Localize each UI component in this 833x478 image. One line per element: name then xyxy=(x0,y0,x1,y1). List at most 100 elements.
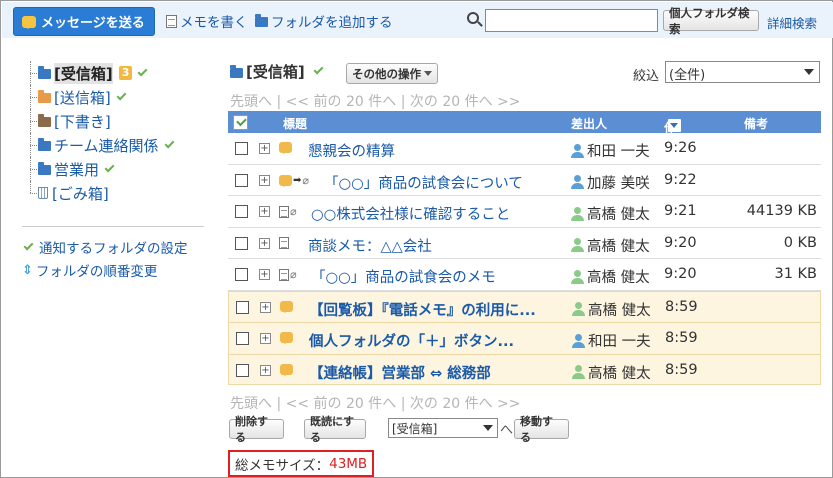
row-subject-link[interactable]: 【回覧板】『電話メモ』の利用に... xyxy=(309,299,536,320)
move-button[interactable]: 移動する xyxy=(514,415,569,444)
folder-drafts[interactable]: [下書き] xyxy=(22,109,207,133)
folder-icon xyxy=(255,14,268,27)
expand-icon[interactable]: + xyxy=(259,269,270,280)
advanced-search-link[interactable]: 詳細検索 xyxy=(767,13,817,32)
row-time: 9:20 xyxy=(664,266,697,282)
row-size: 31 KB xyxy=(774,266,817,282)
row-sender[interactable]: 和田 一夫 xyxy=(571,140,650,161)
row-sender[interactable]: 高橋 健太 xyxy=(572,362,651,383)
table-row[interactable]: + ⌀ 「○○」商品の試食会のメモ 高橋 健太 9:20 31 KB xyxy=(228,259,821,291)
folder-sales[interactable]: 営業用 xyxy=(22,157,207,181)
memo-icon xyxy=(279,236,289,249)
row-subject-link[interactable]: 【連絡帳】営業部 ⇔ 総務部 xyxy=(309,362,491,383)
write-memo-label: メモを書く xyxy=(180,15,248,31)
memo-table: 標題 差出人 作成日時 備考 +懇親会の精算和田 一夫9:26+➡⌀「○○」商品… xyxy=(228,111,821,385)
message-bubble-icon xyxy=(279,142,292,154)
folder-label: [受信箱] xyxy=(54,62,113,84)
filter-value: (全件) xyxy=(669,68,706,83)
add-folder-link[interactable]: フォルダを追加する xyxy=(255,11,393,31)
sender-name: 和田 一夫 xyxy=(588,334,651,350)
chevron-down-icon xyxy=(804,69,814,80)
filter-label: 絞込 xyxy=(633,69,660,84)
pager-next-link[interactable]: 次の 20 件へ >> xyxy=(410,94,521,110)
mark-read-button[interactable]: 既読にする xyxy=(304,415,366,444)
table-row[interactable]: + 【連絡帳】営業部 ⇔ 総務部 高橋 健太 8:59 xyxy=(228,353,821,385)
toolbar: メッセージを送る メモを書く フォルダを追加する 個人フォルダ検索 詳細検索 xyxy=(2,2,833,38)
pager-prev-link[interactable]: << 前の 20 件へ xyxy=(286,94,397,110)
folder-inbox[interactable]: [受信箱] 3 xyxy=(22,61,207,85)
expand-icon[interactable]: + xyxy=(260,333,271,344)
row-sender[interactable]: 高橋 健太 xyxy=(571,203,650,224)
column-sender[interactable]: 差出人 xyxy=(571,115,607,132)
table-row[interactable]: + 商談メモ：△△会社 高橋 健太 9:20 0 KB xyxy=(228,228,821,259)
row-icons: ⌀ xyxy=(279,205,297,218)
folder-label: [送信箱] xyxy=(54,88,111,107)
row-sender[interactable]: 高橋 健太 xyxy=(571,266,650,287)
send-message-button[interactable]: メッセージを送る xyxy=(13,7,155,36)
column-subject[interactable]: 標題 xyxy=(283,115,307,132)
row-sender[interactable]: 高橋 健太 xyxy=(571,235,650,256)
row-sender[interactable]: 高橋 健太 xyxy=(572,299,651,320)
table-row[interactable]: + ⌀ ○○株式会社様に確認すること 高橋 健太 9:21 44139 KB xyxy=(228,196,821,228)
expand-icon[interactable]: + xyxy=(259,237,270,249)
message-bubble-icon xyxy=(279,174,292,187)
row-subject-link[interactable]: 「○○」商品の試食会のメモ xyxy=(311,266,496,287)
table-row[interactable]: + 懇親会の精算 和田 一夫 9:26 xyxy=(228,133,821,165)
folder-team-contact[interactable]: チーム連絡関係 xyxy=(22,133,207,157)
write-memo-link[interactable]: メモを書く xyxy=(166,11,248,31)
row-checkbox[interactable] xyxy=(235,142,248,155)
row-subject-link[interactable]: 個人フォルダの「＋」ボタン... xyxy=(309,330,514,351)
row-checkbox[interactable] xyxy=(236,300,249,314)
row-subject-link[interactable]: 「○○」商品の試食会について xyxy=(324,172,523,193)
person-icon xyxy=(571,238,584,252)
table-row[interactable]: + ➡ ⌀ 「○○」商品の試食会について 加藤 美咲 9:22 xyxy=(228,165,821,196)
row-subject-link[interactable]: 懇親会の精算 xyxy=(308,140,395,161)
row-checkbox[interactable] xyxy=(235,205,248,218)
other-operations-button[interactable]: その他の操作 xyxy=(346,63,438,84)
sort-desc-icon[interactable] xyxy=(668,119,681,132)
row-sender[interactable]: 加藤 美咲 xyxy=(571,172,650,193)
check-icon xyxy=(164,138,175,148)
row-icons xyxy=(279,142,292,154)
expand-icon[interactable]: + xyxy=(260,301,271,313)
row-icons xyxy=(280,363,293,376)
delete-button[interactable]: 削除する xyxy=(229,415,284,444)
expand-icon[interactable]: + xyxy=(259,206,270,217)
pager-first-link[interactable]: 先頭へ xyxy=(230,94,272,110)
row-checkbox[interactable] xyxy=(235,268,248,281)
folder-icon xyxy=(230,64,243,78)
person-icon xyxy=(571,175,584,189)
notify-folder-settings-link[interactable]: 通知するフォルダの設定 xyxy=(22,237,188,257)
expand-icon[interactable]: + xyxy=(259,143,270,154)
row-checkbox[interactable] xyxy=(236,363,249,377)
add-folder-label: フォルダを追加する xyxy=(271,15,393,31)
row-checkbox[interactable] xyxy=(235,236,248,250)
chevron-down-icon xyxy=(483,425,493,436)
folder-sent[interactable]: [送信箱] xyxy=(22,85,207,109)
row-subject-link[interactable]: ○○株式会社様に確認すること xyxy=(311,203,510,224)
folder-trash[interactable]: [ごみ箱] xyxy=(22,181,207,205)
row-checkbox[interactable] xyxy=(235,173,248,187)
table-row[interactable]: + 個人フォルダの「＋」ボタン... 和田 一夫 8:59 xyxy=(228,322,821,354)
folder-icon xyxy=(38,66,51,79)
move-target-select[interactable]: [受信箱] xyxy=(388,418,498,438)
row-icons xyxy=(280,332,293,344)
row-checkbox[interactable] xyxy=(236,332,249,345)
expand-icon[interactable]: + xyxy=(260,364,271,376)
row-subject-link[interactable]: 商談メモ：△△会社 xyxy=(308,235,432,256)
folder-reorder-link[interactable]: ⇕ フォルダの順番変更 xyxy=(22,260,157,281)
row-icons: ⌀ xyxy=(279,268,297,281)
pager-next-link[interactable]: 次の 20 件へ >> xyxy=(410,396,521,412)
check-icon xyxy=(116,90,127,100)
row-sender[interactable]: 和田 一夫 xyxy=(572,330,651,351)
select-all-checkbox[interactable] xyxy=(233,115,248,130)
folder-icon xyxy=(38,162,51,175)
pager-first-link[interactable]: 先頭へ xyxy=(230,396,272,412)
table-row[interactable]: + 【回覧板】『電話メモ』の利用に... 高橋 健太 8:59 xyxy=(228,290,821,322)
expand-icon[interactable]: + xyxy=(259,174,270,186)
personal-folder-search-button[interactable]: 個人フォルダ検索 xyxy=(663,6,759,36)
search-input[interactable] xyxy=(485,9,658,32)
pager-prev-link[interactable]: << 前の 20 件へ xyxy=(286,396,397,412)
filter-select[interactable]: (全件) xyxy=(665,61,820,83)
sender-name: 加藤 美咲 xyxy=(587,175,650,192)
